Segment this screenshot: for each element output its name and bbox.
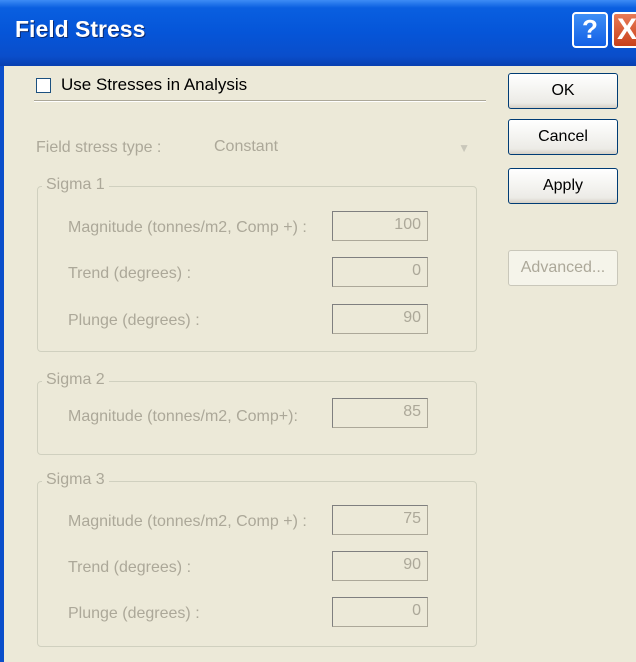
use-stresses-label: Use Stresses in Analysis (61, 75, 248, 94)
sigma1-trend-field[interactable]: 0 (332, 257, 428, 287)
sigma3-magnitude-field[interactable]: 75 (332, 505, 428, 535)
window-title: Field Stress (15, 16, 146, 42)
sigma2-magnitude-field[interactable]: 85 (332, 398, 428, 428)
sigma3-group-title: Sigma 3 (42, 471, 109, 489)
sigma3-trend-field[interactable]: 90 (332, 551, 428, 581)
sigma3-plunge-field[interactable]: 0 (332, 597, 428, 627)
advanced-button[interactable]: Advanced... (508, 250, 618, 286)
chevron-down-icon: ▼ (458, 141, 470, 155)
help-icon: ? (582, 14, 598, 44)
checkbox-box[interactable] (36, 77, 51, 93)
sigma3-plunge-label: Plunge (degrees) : (68, 605, 200, 622)
sigma1-plunge-label: Plunge (degrees) : (68, 312, 200, 329)
help-button[interactable]: ? (572, 12, 608, 48)
sigma3-trend-label: Trend (degrees) : (68, 559, 192, 576)
sigma2-group-title: Sigma 2 (42, 371, 109, 389)
sigma1-group-title: Sigma 1 (42, 176, 109, 194)
use-stresses-checkbox[interactable]: Use Stresses in Analysis (36, 74, 247, 96)
field-stress-dialog: Field Stress ? X Use Stresses in Analysi… (0, 0, 636, 662)
sigma1-magnitude-label: Magnitude (tonnes/m2, Comp +) : (68, 219, 307, 236)
cancel-button[interactable]: Cancel (508, 119, 618, 155)
ok-button[interactable]: OK (508, 73, 618, 109)
field-stress-type-dropdown[interactable]: Constant ▼ (208, 132, 480, 162)
sigma1-trend-label: Trend (degrees) : (68, 265, 192, 282)
separator-line (34, 100, 486, 102)
field-stress-type-value: Constant (214, 138, 279, 155)
field-stress-type-label: Field stress type : (36, 139, 162, 156)
sigma1-magnitude-field[interactable]: 100 (332, 211, 428, 241)
apply-button[interactable]: Apply (508, 168, 618, 204)
sigma3-magnitude-label: Magnitude (tonnes/m2, Comp +) : (68, 513, 307, 530)
close-icon: X (616, 13, 636, 46)
sigma1-plunge-field[interactable]: 90 (332, 304, 428, 334)
sigma2-magnitude-label: Magnitude (tonnes/m2, Comp+): (68, 408, 298, 425)
window-frame-left (0, 66, 4, 662)
close-button[interactable]: X (612, 12, 636, 48)
title-bar[interactable]: Field Stress ? X (0, 0, 636, 66)
